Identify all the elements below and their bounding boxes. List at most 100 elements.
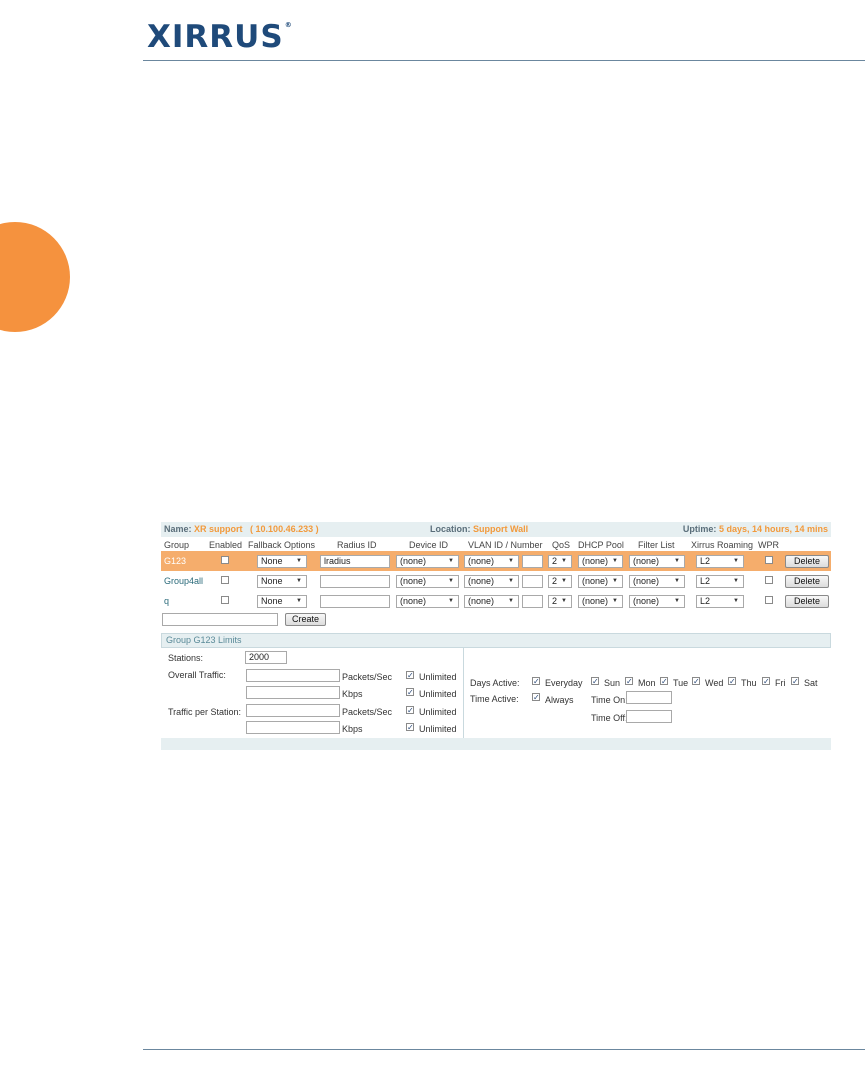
- everyday-label: Everyday: [545, 678, 583, 688]
- overall-pps-input[interactable]: [246, 669, 340, 682]
- vlan-number-input[interactable]: [522, 595, 543, 608]
- wpr-checkbox[interactable]: [765, 596, 773, 604]
- group-row[interactable]: q None ▼ (none) ▼ (none) ▼ 2 ▼ (none) ▼ (none…: [161, 591, 831, 611]
- delete-button[interactable]: Delete: [785, 595, 829, 608]
- filter-list-select[interactable]: (none) ▼: [629, 575, 685, 588]
- roaming-select[interactable]: L2 ▼: [696, 555, 744, 568]
- device-id-select[interactable]: (none) ▼: [396, 575, 459, 588]
- chevron-down-icon: ▼: [561, 598, 567, 604]
- delete-button[interactable]: Delete: [785, 555, 829, 568]
- overall-kbps-unlimited-label: Unlimited: [419, 689, 457, 699]
- station-pps-input[interactable]: [246, 704, 340, 717]
- name-value: XR support: [194, 524, 243, 534]
- day-label-fri: Fri: [775, 678, 786, 688]
- top-divider: [143, 60, 865, 61]
- chevron-down-icon: ▼: [448, 578, 454, 584]
- day-checkbox-wed[interactable]: [692, 677, 700, 685]
- group-name[interactable]: G123: [164, 556, 186, 566]
- overall-pps-unit: Packets/Sec: [342, 672, 393, 682]
- uptime-value: 5 days, 14 hours, 14 mins: [718, 524, 828, 534]
- limits-body: Stations: 2000 Overall Traffic: Packets/…: [161, 648, 831, 738]
- chevron-down-icon: ▼: [733, 578, 739, 584]
- time-on-input[interactable]: [626, 691, 672, 704]
- vlan-number-input[interactable]: [522, 555, 543, 568]
- chevron-down-icon: ▼: [448, 598, 454, 604]
- chevron-down-icon: ▼: [612, 578, 618, 584]
- always-checkbox[interactable]: [532, 693, 540, 701]
- enabled-checkbox[interactable]: [221, 556, 229, 564]
- station-kbps-input[interactable]: [246, 721, 340, 734]
- chevron-down-icon: ▼: [733, 598, 739, 604]
- device-id-select[interactable]: (none) ▼: [396, 595, 459, 608]
- station-kbps-unlimited-checkbox[interactable]: [406, 723, 414, 731]
- vlan-number-input[interactable]: [522, 575, 543, 588]
- chevron-down-icon: ▼: [296, 598, 302, 604]
- column-headers: Group Enabled Fallback Options Radius ID…: [161, 537, 831, 551]
- day-checkbox-mon[interactable]: [625, 677, 633, 685]
- new-group-name-input[interactable]: [162, 613, 278, 626]
- qos-select[interactable]: 2 ▼: [548, 575, 572, 588]
- station-pps-unlimited-checkbox[interactable]: [406, 706, 414, 714]
- col-filter-list: Filter List: [638, 540, 675, 550]
- enabled-checkbox[interactable]: [221, 576, 229, 584]
- day-checkbox-thu[interactable]: [728, 677, 736, 685]
- col-group: Group: [164, 540, 190, 550]
- radius-id-input[interactable]: [320, 595, 390, 608]
- stations-label: Stations:: [168, 653, 204, 663]
- status-header: Name: XR support ( 10.100.46.233 ) Locat…: [161, 522, 831, 537]
- col-device-id: Device ID: [409, 540, 449, 550]
- ip-value: ( 10.100.46.233 ): [250, 524, 319, 534]
- roaming-select[interactable]: L2 ▼: [696, 575, 744, 588]
- dhcp-pool-select[interactable]: (none) ▼: [578, 555, 623, 568]
- time-off-label: Time Off:: [591, 713, 628, 723]
- col-qos: QoS: [552, 540, 571, 550]
- station-kbps-unlimited-label: Unlimited: [419, 724, 457, 734]
- stations-input[interactable]: 2000: [245, 651, 287, 664]
- overall-kbps-unlimited-checkbox[interactable]: [406, 688, 414, 696]
- chevron-down-icon: ▼: [508, 558, 514, 564]
- device-id-select[interactable]: (none) ▼: [396, 555, 459, 568]
- day-checkbox-sun[interactable]: [591, 677, 599, 685]
- day-checkbox-tue[interactable]: [660, 677, 668, 685]
- filter-list-select[interactable]: (none) ▼: [629, 555, 685, 568]
- radius-id-input[interactable]: [320, 575, 390, 588]
- fallback-select[interactable]: None ▼: [257, 595, 307, 608]
- roaming-select[interactable]: L2 ▼: [696, 595, 744, 608]
- day-checkbox-sat[interactable]: [791, 677, 799, 685]
- col-dhcp-pool: DHCP Pool: [578, 540, 624, 550]
- chevron-down-icon: ▼: [674, 578, 680, 584]
- vlan-select[interactable]: (none) ▼: [464, 575, 519, 588]
- radius-id-input[interactable]: lradius: [320, 555, 390, 568]
- chapter-tab-marker: [0, 222, 70, 332]
- vlan-select[interactable]: (none) ▼: [464, 555, 519, 568]
- wpr-checkbox[interactable]: [765, 556, 773, 564]
- filter-list-select[interactable]: (none) ▼: [629, 595, 685, 608]
- overall-pps-unlimited-checkbox[interactable]: [406, 671, 414, 679]
- dhcp-pool-select[interactable]: (none) ▼: [578, 575, 623, 588]
- create-button[interactable]: Create: [285, 613, 326, 626]
- vlan-select[interactable]: (none) ▼: [464, 595, 519, 608]
- station-pps-unlimited-label: Unlimited: [419, 707, 457, 717]
- dhcp-pool-select[interactable]: (none) ▼: [578, 595, 623, 608]
- everyday-checkbox[interactable]: [532, 677, 540, 685]
- chevron-down-icon: ▼: [561, 558, 567, 564]
- group-name[interactable]: Group4all: [164, 576, 203, 586]
- col-roaming: Xirrus Roaming: [691, 540, 754, 550]
- group-row[interactable]: Group4all None ▼ (none) ▼ (none) ▼ 2 ▼ (none…: [161, 571, 831, 591]
- enabled-checkbox[interactable]: [221, 596, 229, 604]
- day-checkbox-fri[interactable]: [762, 677, 770, 685]
- day-label-sun: Sun: [604, 678, 621, 688]
- qos-select[interactable]: 2 ▼: [548, 595, 572, 608]
- limits-header: Group G123 Limits: [161, 633, 831, 648]
- qos-select[interactable]: 2 ▼: [548, 555, 572, 568]
- col-enabled: Enabled: [209, 540, 243, 550]
- overall-kbps-input[interactable]: [246, 686, 340, 699]
- fallback-select[interactable]: None ▼: [257, 575, 307, 588]
- group-row[interactable]: G123 None ▼ lradius (none) ▼ (none) ▼ 2 ▼ (n…: [161, 551, 831, 571]
- group-name[interactable]: q: [164, 596, 169, 606]
- fallback-select[interactable]: None ▼: [257, 555, 307, 568]
- user-groups-panel: Name: XR support ( 10.100.46.233 ) Locat…: [161, 522, 831, 753]
- wpr-checkbox[interactable]: [765, 576, 773, 584]
- time-off-input[interactable]: [626, 710, 672, 723]
- delete-button[interactable]: Delete: [785, 575, 829, 588]
